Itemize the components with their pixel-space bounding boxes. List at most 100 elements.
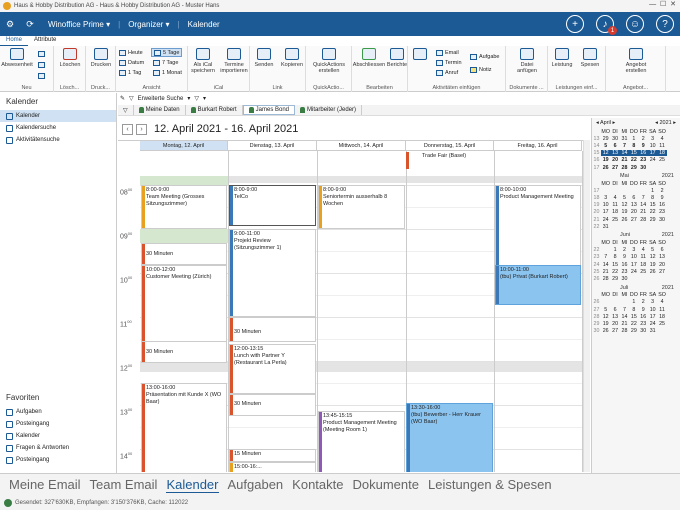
insert-task[interactable]: Aufgabe	[470, 52, 500, 61]
mini-day[interactable]: 18	[657, 314, 666, 320]
mini-day[interactable]: 20	[610, 157, 619, 163]
view-today[interactable]: Heute	[119, 48, 143, 57]
mini-day[interactable]: 31	[601, 224, 610, 230]
insert-note[interactable]: Notiz	[470, 65, 492, 74]
fav-item-fragen[interactable]: Fragen & Antworten	[0, 442, 117, 454]
mini-day[interactable]: 15	[610, 262, 619, 268]
nav-aufgaben[interactable]: Aufgaben	[228, 477, 284, 492]
mini-day[interactable]: 20	[657, 262, 666, 268]
mini-day[interactable]: 28	[620, 328, 629, 334]
mini-day[interactable]: 16	[657, 202, 666, 208]
sidebar-item-aktivitaetensuche[interactable]: Aktivitätensuche	[0, 134, 116, 146]
day-header-thu[interactable]: Donnerstag, 15. April	[406, 141, 494, 151]
mini-day[interactable]: 19	[648, 262, 657, 268]
event-product-mgmt-room[interactable]: 13:45-15:15 Product Management Meeting (M…	[318, 411, 405, 472]
mini-day[interactable]: 18	[657, 150, 667, 157]
filter-icon[interactable]: ▽	[129, 95, 134, 102]
mini-day[interactable]: 23	[620, 269, 629, 275]
mini-day[interactable]: 15	[648, 202, 657, 208]
mini-day[interactable]: 16	[620, 262, 629, 268]
event-trade-fair[interactable]: Trade Fair (Basel)	[406, 152, 494, 169]
view-7-days[interactable]: 7 Tage	[153, 58, 178, 67]
mini-day[interactable]: 4	[610, 195, 619, 201]
event-telco[interactable]: 8:00-9:00 TelCo	[229, 185, 316, 226]
mini-day[interactable]: 12	[648, 254, 657, 260]
day-header-wed[interactable]: Mittwoch, 14. April	[317, 141, 406, 151]
mini-day[interactable]: 31	[620, 136, 629, 142]
new-small-2[interactable]	[38, 60, 45, 69]
event-30-min-mon[interactable]: 30 Minuten	[141, 243, 227, 265]
mini-day[interactable]: 26	[620, 217, 629, 223]
mini-day[interactable]: 10	[629, 254, 638, 260]
mini-day[interactable]: 25	[657, 157, 666, 163]
mini-day[interactable]: 4	[639, 247, 648, 253]
mini-day[interactable]: 17	[648, 314, 657, 320]
chip-meine-daten[interactable]: Meine Daten	[134, 105, 186, 115]
mini-day[interactable]: 30	[657, 217, 666, 223]
mini-day[interactable]: 25	[639, 269, 648, 275]
mini-day[interactable]: 3	[601, 195, 610, 201]
delete-button[interactable]: Löschen	[54, 48, 86, 68]
mini-day[interactable]: 14	[619, 150, 630, 157]
mini-day[interactable]: 12	[601, 150, 611, 157]
mini-day[interactable]: 17	[601, 209, 610, 215]
calendar-scrollbar[interactable]	[583, 140, 590, 472]
mini-day[interactable]: 7	[639, 195, 648, 201]
mini-day[interactable]: 5	[620, 195, 629, 201]
fav-item-posteingang[interactable]: Posteingang	[0, 418, 117, 430]
event-bewerber[interactable]: 13:30-16:00 (tbu) Bewerber - Herr Krauer …	[406, 403, 493, 472]
mini-day[interactable]: 26	[601, 165, 610, 171]
mini-day[interactable]: 21	[620, 321, 629, 327]
mini-day[interactable]: 7	[620, 143, 629, 149]
mini-day[interactable]: 24	[629, 269, 638, 275]
mini-day[interactable]: 29	[648, 217, 657, 223]
mini-day[interactable]: 23	[657, 209, 666, 215]
mini-day[interactable]: 23	[639, 321, 648, 327]
mini-day[interactable]: 19	[601, 157, 610, 163]
mini-day[interactable]: 12	[601, 314, 610, 320]
help-icon[interactable]: ?	[656, 15, 674, 33]
mini-day[interactable]: 26	[648, 269, 657, 275]
service-button[interactable]: Leistung	[548, 48, 576, 68]
tab-attribute[interactable]: Attribute	[28, 36, 62, 46]
mini-day[interactable]: 2	[657, 188, 666, 194]
send-link-button[interactable]: Senden	[250, 48, 278, 68]
mini-day[interactable]: 9	[639, 307, 648, 313]
mini-day[interactable]: 10	[601, 202, 610, 208]
mini-day[interactable]: 3	[648, 136, 657, 142]
tab-home[interactable]: Home	[0, 36, 29, 46]
event-15-min[interactable]: 15 Minuten	[229, 449, 316, 462]
event-30-min-tue[interactable]: 30 Minuten	[229, 317, 316, 342]
mini-day[interactable]: 29	[629, 328, 638, 334]
fav-item-posteingang-2[interactable]: Posteingang	[0, 454, 117, 466]
mini-day[interactable]: 27	[610, 165, 619, 171]
mini-day[interactable]: 3	[629, 247, 638, 253]
mini-day[interactable]: 6	[610, 307, 619, 313]
event-praesentation[interactable]: 13:00-16:00 Präsentation mit Kunde X (WO …	[141, 383, 227, 472]
mini-day[interactable]: 30	[610, 136, 619, 142]
mini-day[interactable]: 1	[629, 136, 638, 142]
chip-james-bond[interactable]: James Bond	[242, 105, 296, 115]
mini-day[interactable]: 14	[639, 202, 648, 208]
mini-day[interactable]: 22	[648, 209, 657, 215]
nav-kontakte[interactable]: Kontakte	[292, 477, 343, 492]
mini-day[interactable]: 13	[629, 202, 638, 208]
mini-day[interactable]: 20	[610, 321, 619, 327]
fav-item-kalender[interactable]: Kalender	[0, 430, 117, 442]
mini-day[interactable]: 20	[629, 209, 638, 215]
reports-button[interactable]: Berichte	[386, 48, 408, 68]
mini-day[interactable]: 14	[620, 314, 629, 320]
mini-day[interactable]: 1	[629, 299, 638, 305]
mini-day[interactable]: 9	[657, 195, 666, 201]
mini-day[interactable]: 9	[620, 254, 629, 260]
activity-button[interactable]	[408, 48, 432, 62]
mini-day[interactable]: 8	[629, 143, 638, 149]
mini-day[interactable]: 15	[629, 314, 638, 320]
mini-day[interactable]: 30	[620, 276, 629, 282]
mini-day[interactable]: 22	[610, 269, 619, 275]
mini-day[interactable]: 5	[648, 247, 657, 253]
insert-email[interactable]: Email	[436, 48, 459, 57]
prev-week-button[interactable]: ‹	[122, 123, 133, 135]
mini-day[interactable]: 19	[620, 209, 629, 215]
mini-day[interactable]: 7	[601, 254, 610, 260]
